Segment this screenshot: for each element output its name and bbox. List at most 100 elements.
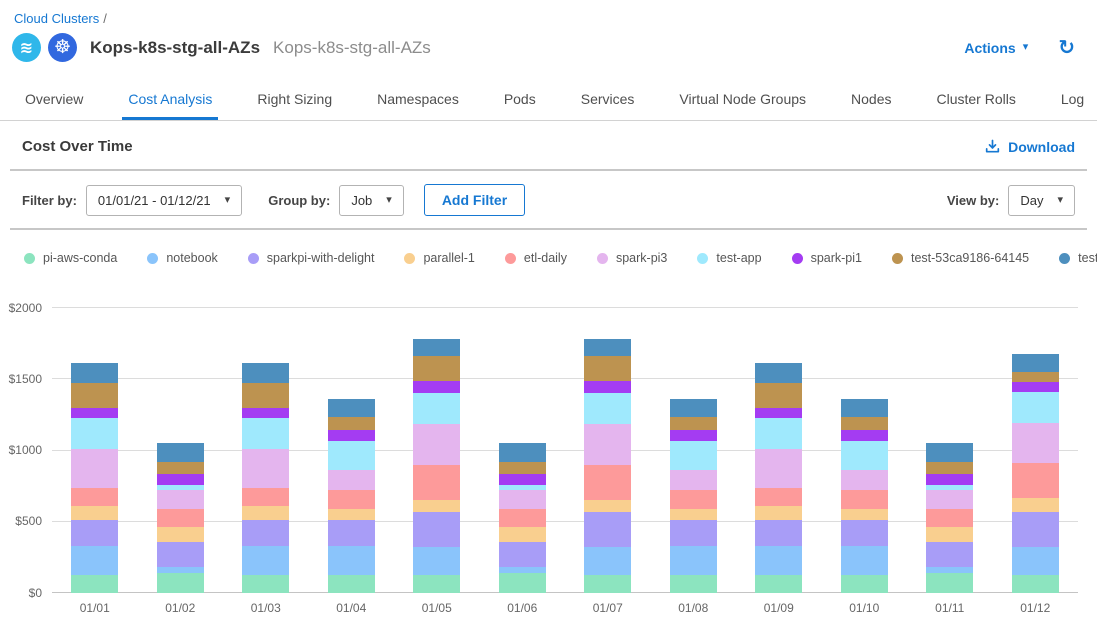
bar-segment-parallel-1[interactable] [584, 500, 631, 512]
bar-segment-etl-daily[interactable] [499, 509, 546, 528]
bar-segment-test-app[interactable] [71, 418, 118, 449]
bar-segment-spark-pi3[interactable] [1012, 423, 1059, 462]
legend-item-test-pkix[interactable]: test-pkix [1059, 251, 1097, 265]
bar-segment-test-53ca9186-64145[interactable] [926, 462, 973, 474]
bar-segment-spark-pi1[interactable] [242, 408, 289, 418]
bar-segment-parallel-1[interactable] [755, 506, 802, 520]
bar-segment-test-app[interactable] [413, 393, 460, 424]
bar-segment-notebook[interactable] [755, 546, 802, 575]
bar-segment-notebook[interactable] [670, 546, 717, 575]
legend-item-spark-pi1[interactable]: spark-pi1 [792, 251, 862, 265]
bar-segment-spark-pi1[interactable] [157, 474, 204, 485]
bar-segment-notebook[interactable] [841, 546, 888, 575]
bar-segment-test-app[interactable] [1012, 392, 1059, 423]
bar-segment-notebook[interactable] [584, 547, 631, 576]
bar-segment-test-53ca9186-64145[interactable] [157, 462, 204, 474]
bar-segment-test-pkix[interactable] [328, 399, 375, 418]
bar-segment-spark-pi3[interactable] [926, 490, 973, 509]
bar-segment-parallel-1[interactable] [413, 500, 460, 512]
bar-segment-test-53ca9186-64145[interactable] [670, 417, 717, 430]
bar-segment-sparkpi-with-delight[interactable] [242, 520, 289, 546]
actions-button[interactable]: Actions ▾ [964, 40, 1028, 56]
legend-item-pi-aws-conda[interactable]: pi-aws-conda [24, 251, 117, 265]
bar-segment-sparkpi-with-delight[interactable] [584, 512, 631, 547]
bar-segment-spark-pi3[interactable] [755, 449, 802, 487]
bar-segment-pi-aws-conda[interactable] [670, 575, 717, 593]
bar-segment-test-pkix[interactable] [242, 363, 289, 383]
bar-segment-test-53ca9186-64145[interactable] [413, 356, 460, 382]
bar-01-03[interactable] [242, 363, 289, 593]
bar-segment-parallel-1[interactable] [328, 509, 375, 520]
download-button[interactable]: Download [985, 139, 1075, 155]
bar-segment-spark-pi1[interactable] [1012, 382, 1059, 392]
bar-segment-pi-aws-conda[interactable] [1012, 575, 1059, 593]
bar-segment-test-app[interactable] [841, 441, 888, 471]
bar-segment-etl-daily[interactable] [413, 465, 460, 500]
bar-segment-test-53ca9186-64145[interactable] [499, 462, 546, 474]
bar-segment-test-pkix[interactable] [926, 443, 973, 462]
bar-segment-pi-aws-conda[interactable] [328, 575, 375, 593]
bar-segment-sparkpi-with-delight[interactable] [499, 542, 546, 566]
bar-01-01[interactable] [71, 363, 118, 593]
bar-segment-spark-pi1[interactable] [584, 381, 631, 392]
bar-segment-test-53ca9186-64145[interactable] [1012, 372, 1059, 382]
bar-segment-test-pkix[interactable] [71, 363, 118, 383]
bar-segment-spark-pi1[interactable] [499, 474, 546, 485]
bar-segment-parallel-1[interactable] [157, 527, 204, 542]
tab-services[interactable]: Services [575, 79, 641, 120]
legend-item-etl-daily[interactable]: etl-daily [505, 251, 567, 265]
bar-segment-etl-daily[interactable] [926, 509, 973, 528]
bar-segment-test-pkix[interactable] [755, 363, 802, 383]
tab-pods[interactable]: Pods [498, 79, 542, 120]
bar-segment-spark-pi1[interactable] [670, 430, 717, 441]
bar-segment-etl-daily[interactable] [328, 490, 375, 509]
tab-overview[interactable]: Overview [19, 79, 89, 120]
bar-segment-etl-daily[interactable] [242, 488, 289, 507]
bar-segment-pi-aws-conda[interactable] [499, 573, 546, 593]
bar-segment-etl-daily[interactable] [71, 488, 118, 507]
bar-segment-pi-aws-conda[interactable] [926, 573, 973, 593]
bar-segment-test-53ca9186-64145[interactable] [242, 383, 289, 408]
bar-segment-pi-aws-conda[interactable] [584, 575, 631, 593]
bar-segment-pi-aws-conda[interactable] [157, 573, 204, 593]
bar-01-05[interactable] [413, 339, 460, 593]
legend-item-parallel-1[interactable]: parallel-1 [404, 251, 474, 265]
bar-segment-test-pkix[interactable] [413, 339, 460, 356]
breadcrumb-link[interactable]: Cloud Clusters [14, 11, 99, 26]
bar-segment-pi-aws-conda[interactable] [242, 575, 289, 593]
bar-segment-spark-pi1[interactable] [755, 408, 802, 418]
bar-segment-sparkpi-with-delight[interactable] [755, 520, 802, 546]
bar-segment-etl-daily[interactable] [1012, 463, 1059, 499]
bar-segment-test-pkix[interactable] [841, 399, 888, 418]
bar-segment-spark-pi3[interactable] [670, 470, 717, 489]
bar-segment-parallel-1[interactable] [242, 506, 289, 520]
bar-segment-test-pkix[interactable] [670, 399, 717, 418]
bar-segment-spark-pi1[interactable] [413, 381, 460, 392]
bar-01-11[interactable] [926, 443, 973, 593]
view-by-select[interactable]: Day ▾ [1008, 185, 1075, 216]
bar-segment-notebook[interactable] [71, 546, 118, 575]
bar-segment-spark-pi1[interactable] [71, 408, 118, 418]
date-range-select[interactable]: 01/01/21 - 01/12/21 ▾ [86, 185, 242, 216]
bar-01-10[interactable] [841, 399, 888, 593]
bar-segment-parallel-1[interactable] [1012, 498, 1059, 512]
bar-01-04[interactable] [328, 399, 375, 593]
tab-cluster-rolls[interactable]: Cluster Rolls [930, 79, 1021, 120]
bar-segment-notebook[interactable] [413, 547, 460, 576]
group-by-select[interactable]: Job ▾ [339, 185, 404, 216]
legend-item-test-app[interactable]: test-app [697, 251, 761, 265]
bar-01-07[interactable] [584, 339, 631, 593]
bar-segment-sparkpi-with-delight[interactable] [328, 520, 375, 546]
bar-segment-spark-pi1[interactable] [926, 474, 973, 485]
legend-item-test-53ca9186-64145[interactable]: test-53ca9186-64145 [892, 251, 1029, 265]
bar-segment-test-app[interactable] [670, 441, 717, 471]
bar-segment-sparkpi-with-delight[interactable] [71, 520, 118, 546]
tab-namespaces[interactable]: Namespaces [371, 79, 465, 120]
bar-segment-notebook[interactable] [1012, 547, 1059, 576]
bar-segment-pi-aws-conda[interactable] [413, 575, 460, 593]
bar-segment-etl-daily[interactable] [755, 488, 802, 507]
bar-segment-test-53ca9186-64145[interactable] [584, 356, 631, 382]
bar-segment-etl-daily[interactable] [670, 490, 717, 509]
bar-segment-etl-daily[interactable] [157, 509, 204, 528]
bar-01-02[interactable] [157, 443, 204, 593]
